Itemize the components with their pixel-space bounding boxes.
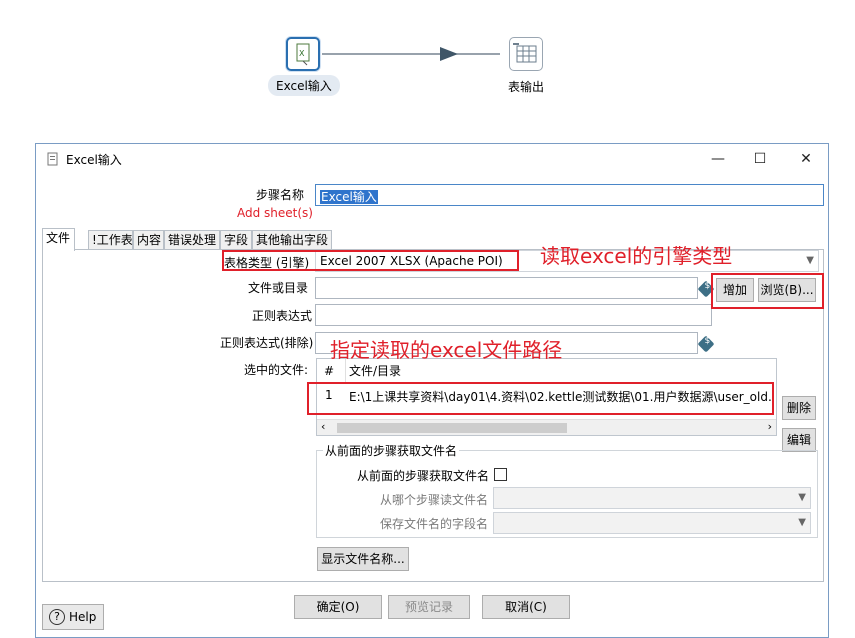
tab-file[interactable]: 文件: [42, 228, 75, 251]
step-name-value: Excel输入: [320, 190, 378, 204]
tab-content[interactable]: 内容: [133, 230, 164, 250]
prev-step-group: 从前面的步骤获取文件名 从前面的步骤获取文件名 从哪个步骤读文件名 ▼ 保存文件…: [316, 442, 818, 538]
read-from-step-select[interactable]: ▼: [493, 487, 811, 509]
prev-step-group-legend: 从前面的步骤获取文件名: [323, 442, 460, 459]
step-name-input[interactable]: Excel输入: [315, 184, 824, 206]
regex-exclude-label: 正则表达式(排除): [220, 336, 314, 350]
scroll-left-icon[interactable]: ‹: [321, 420, 325, 433]
excel-input-node-label[interactable]: Excel输入: [268, 75, 340, 96]
add-sheets-label: Add sheet(s): [237, 206, 313, 220]
file-or-dir-input[interactable]: [315, 277, 698, 299]
chevron-down-icon: ▼: [798, 517, 806, 528]
file-or-dir-label: 文件或目录: [248, 281, 309, 295]
minimize-button[interactable]: —: [704, 148, 732, 170]
excel-input-icon: X: [296, 43, 310, 66]
show-filenames-button[interactable]: 显示文件名称...: [317, 547, 409, 571]
dialog-titlebar[interactable]: Excel输入 — ☐ ✕: [36, 144, 828, 174]
engine-annotation: 读取excel的引擎类型: [540, 244, 733, 268]
path-highlight-box: [307, 382, 774, 415]
tab-sheets[interactable]: !工作表: [88, 230, 133, 250]
scroll-thumb[interactable]: [337, 423, 567, 433]
buttons-highlight-box: [711, 273, 824, 309]
close-button[interactable]: ✕: [792, 148, 820, 170]
dialog-title: Excel输入: [66, 153, 122, 167]
tab-additional-output-fields[interactable]: 其他输出字段: [252, 230, 332, 250]
step-icon: [47, 152, 58, 166]
help-button-label: Help: [69, 610, 97, 624]
regex-input[interactable]: [315, 304, 712, 326]
scroll-right-icon[interactable]: ›: [768, 420, 772, 433]
edit-button[interactable]: 编辑: [782, 428, 816, 452]
accept-filenames-checkbox[interactable]: [494, 468, 507, 481]
delete-button[interactable]: 删除: [782, 396, 816, 420]
help-icon: ?: [49, 609, 65, 625]
cancel-button[interactable]: 取消(C): [482, 595, 570, 619]
read-from-step-label: 从哪个步骤读文件名: [380, 493, 489, 507]
filename-field-label: 保存文件名的字段名: [380, 517, 489, 531]
chevron-down-icon: ▼: [798, 492, 806, 503]
preview-button[interactable]: 预览记录: [388, 595, 470, 619]
tab-error-handling[interactable]: 错误处理: [164, 230, 220, 250]
table-output-node[interactable]: [509, 37, 543, 71]
svg-text:X: X: [299, 49, 305, 58]
table-output-icon: [513, 43, 537, 63]
step-name-label: 步骤名称: [256, 188, 305, 202]
help-button[interactable]: ? Help: [42, 604, 104, 630]
filename-field-select[interactable]: ▼: [493, 512, 811, 534]
path-annotation: 指定读取的excel文件路径: [330, 338, 563, 362]
regex-label: 正则表达式: [252, 309, 313, 323]
selected-files-label: 选中的文件:: [244, 363, 309, 377]
table-output-node-label[interactable]: 表输出: [508, 78, 544, 95]
engine-highlight-box: [222, 250, 519, 271]
tab-fields[interactable]: 字段: [220, 230, 252, 250]
hop-arrow[interactable]: [0, 0, 855, 140]
excel-input-node[interactable]: X: [286, 37, 320, 71]
transformation-canvas: X Excel输入 表输出: [0, 0, 855, 140]
chevron-down-icon: ▼: [806, 255, 814, 266]
maximize-button[interactable]: ☐: [746, 148, 774, 170]
excel-input-dialog: Excel输入 — ☐ ✕ 步骤名称 Excel输入 Add sheet(s) …: [35, 143, 829, 638]
horizontal-scrollbar[interactable]: ‹ ›: [317, 419, 776, 435]
ok-button[interactable]: 确定(O): [294, 595, 382, 619]
accept-filenames-label: 从前面的步骤获取文件名: [357, 469, 490, 483]
